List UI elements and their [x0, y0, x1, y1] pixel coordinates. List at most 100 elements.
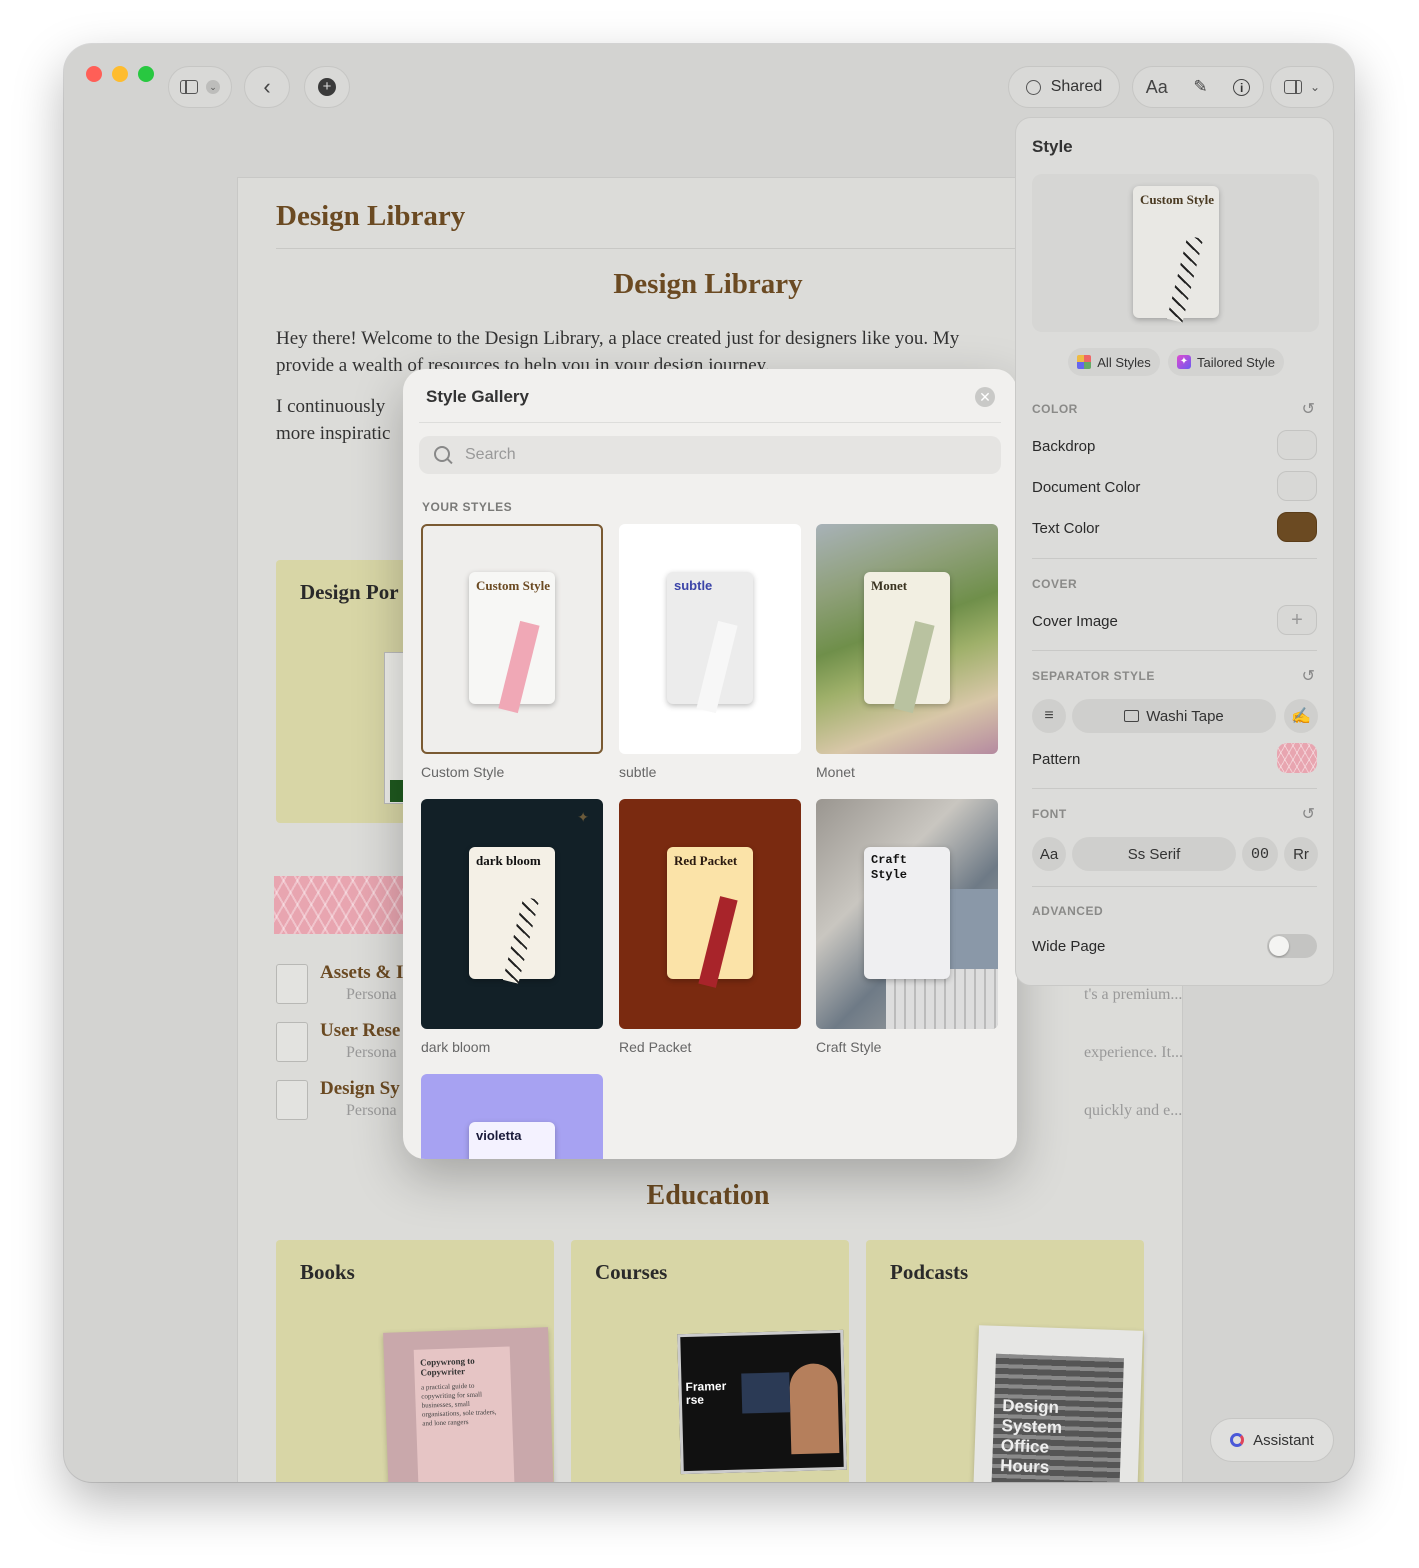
- back-button[interactable]: ‹: [244, 66, 290, 108]
- section-divider: [1032, 558, 1317, 559]
- text-color-swatch[interactable]: [1277, 512, 1317, 542]
- style-tile-label: Craft Style: [816, 1039, 882, 1055]
- style-tile-monet[interactable]: Monet: [816, 524, 998, 754]
- font-option-default[interactable]: Aa: [1032, 837, 1066, 871]
- sidebar-icon: [180, 80, 198, 94]
- assistant-label: Assistant: [1253, 1431, 1314, 1449]
- font-button[interactable]: Aa: [1146, 77, 1168, 98]
- backdrop-color-swatch[interactable]: [1277, 430, 1317, 460]
- cover-section-header: COVER: [1032, 577, 1078, 591]
- style-preview-area[interactable]: Custom Style: [1032, 174, 1319, 332]
- style-tile-craft-style[interactable]: Craft Style: [816, 799, 998, 1029]
- gallery-close-button[interactable]: ✕: [975, 387, 995, 407]
- separator-draw-button[interactable]: ✍: [1284, 699, 1318, 733]
- washi-tape-separator: [274, 876, 404, 934]
- gallery-title: Style Gallery: [426, 387, 530, 406]
- font-option-serif[interactable]: Ss Serif: [1072, 837, 1236, 871]
- inspector-toggle-button[interactable]: ⌄: [1270, 66, 1334, 108]
- add-cover-image-button[interactable]: +: [1277, 605, 1317, 635]
- tailored-style-button[interactable]: ✦ Tailored Style: [1168, 348, 1284, 376]
- style-preview-card: subtle: [667, 572, 753, 714]
- cover-image-label: Cover Image: [1032, 613, 1118, 630]
- pattern-label: Pattern: [1032, 751, 1081, 768]
- style-tile-label: dark bloom: [421, 1039, 491, 1055]
- reset-font-icon[interactable]: ↺: [1302, 804, 1315, 824]
- list-item-title: Design Sy: [320, 1078, 400, 1099]
- list-item-subtitle: Persona: [346, 1102, 397, 1119]
- style-tile-dark-bloom[interactable]: ✦ dark bloom: [421, 799, 603, 1029]
- course-presenter-image: [789, 1363, 840, 1455]
- section-divider: [1032, 650, 1317, 651]
- lines-icon: ≡: [1044, 707, 1054, 724]
- reset-color-icon[interactable]: ↺: [1302, 399, 1315, 419]
- style-tile-label: Custom Style: [421, 764, 505, 780]
- assistant-icon: [1230, 1433, 1245, 1447]
- style-preview-title: subtle: [674, 578, 713, 593]
- washi-tape-preview: [1166, 235, 1204, 323]
- style-tile-custom-style[interactable]: Custom Style: [421, 524, 603, 754]
- podcasts-card[interactable]: Podcasts Design System Office Hours: [866, 1240, 1144, 1482]
- style-preview-title: dark bloom: [476, 853, 541, 868]
- your-styles-section-label: YOUR STYLES: [422, 500, 513, 514]
- style-preview-card: Red Packet: [667, 847, 753, 988]
- style-preview-card: Craft Style: [864, 847, 950, 979]
- shared-label: Shared: [1050, 78, 1103, 95]
- books-card[interactable]: Books Copywrong to Copywriter a practica…: [276, 1240, 554, 1482]
- tailored-style-label: Tailored Style: [1196, 354, 1276, 370]
- search-handle: [446, 457, 453, 465]
- reset-separator-icon[interactable]: ↺: [1302, 666, 1315, 686]
- pattern-swatch[interactable]: [1277, 743, 1317, 773]
- document-icon: [276, 1022, 308, 1062]
- pin-icon: ✦: [577, 809, 589, 825]
- style-preview-title: violetta: [476, 1128, 522, 1143]
- list-item-title: Assets & I: [320, 962, 404, 983]
- separator-section-header: SEPARATOR STYLE: [1032, 669, 1155, 683]
- assistant-button[interactable]: Assistant: [1210, 1418, 1334, 1462]
- close-window-button[interactable]: [86, 66, 102, 82]
- wide-page-toggle[interactable]: [1267, 934, 1317, 958]
- separator-list-button[interactable]: ≡: [1032, 699, 1066, 733]
- font-option-mono[interactable]: 00: [1242, 837, 1278, 871]
- shared-button[interactable]: Shared: [1008, 66, 1120, 108]
- chevron-down-icon: ⌄: [1309, 80, 1321, 94]
- all-styles-button[interactable]: All Styles: [1068, 348, 1160, 376]
- zoom-window-button[interactable]: [138, 66, 154, 82]
- washi-tape-preview: [893, 620, 935, 714]
- document-color-swatch[interactable]: [1277, 471, 1317, 501]
- grid-icon: [1077, 355, 1092, 369]
- panel-title: Style: [1032, 137, 1073, 156]
- section-divider: [1032, 886, 1317, 887]
- info-icon[interactable]: i: [1233, 78, 1251, 96]
- style-tile-red-packet[interactable]: Red Packet: [619, 799, 801, 1029]
- sparkle-icon: ✦: [1176, 355, 1191, 369]
- advanced-section-header: ADVANCED: [1032, 904, 1104, 918]
- style-tile-subtle[interactable]: subtle: [619, 524, 801, 754]
- brush-icon[interactable]: ✎: [1193, 77, 1207, 97]
- course-screen-image: [741, 1372, 791, 1414]
- book-cover-text: a practical guide to copywriting for sma…: [420, 1381, 497, 1428]
- font-option-rounded[interactable]: Rr: [1284, 837, 1318, 871]
- washi-tape-preview: [498, 620, 540, 714]
- list-snippet: experience. It...: [1084, 1044, 1184, 1061]
- style-inspector-panel: Style Custom Style All Styles ✦ Tailored…: [1015, 117, 1334, 986]
- style-preview-card: Monet: [864, 572, 950, 714]
- list-item-subtitle: Persona: [346, 1044, 397, 1061]
- style-preview-title: Custom Style: [476, 578, 551, 593]
- gallery-search-field[interactable]: Search: [419, 436, 1001, 474]
- minimize-window-button[interactable]: [112, 66, 128, 82]
- card-title: Podcasts: [890, 1260, 969, 1284]
- separator-style-selector[interactable]: Washi Tape: [1072, 699, 1276, 733]
- document-icon: [276, 1080, 308, 1120]
- style-preview-title: Custom Style: [1140, 192, 1215, 207]
- podcast-cover-title: Design System Office Hours: [999, 1396, 1063, 1477]
- all-styles-label: All Styles: [1097, 354, 1151, 370]
- sidebar-toggle-button[interactable]: ⌄: [168, 66, 232, 108]
- new-document-button[interactable]: +: [304, 66, 350, 108]
- style-tile-label: Red Packet: [619, 1039, 692, 1055]
- list-snippet: t's a premium...: [1084, 986, 1183, 1003]
- list-item-subtitle: Persona: [346, 986, 397, 1003]
- courses-card[interactable]: Courses Framer rse: [571, 1240, 849, 1482]
- format-toolbar: Aa ✎ i: [1132, 66, 1264, 108]
- document-icon: [276, 964, 308, 1004]
- style-tile-violetta[interactable]: violetta: [421, 1074, 603, 1159]
